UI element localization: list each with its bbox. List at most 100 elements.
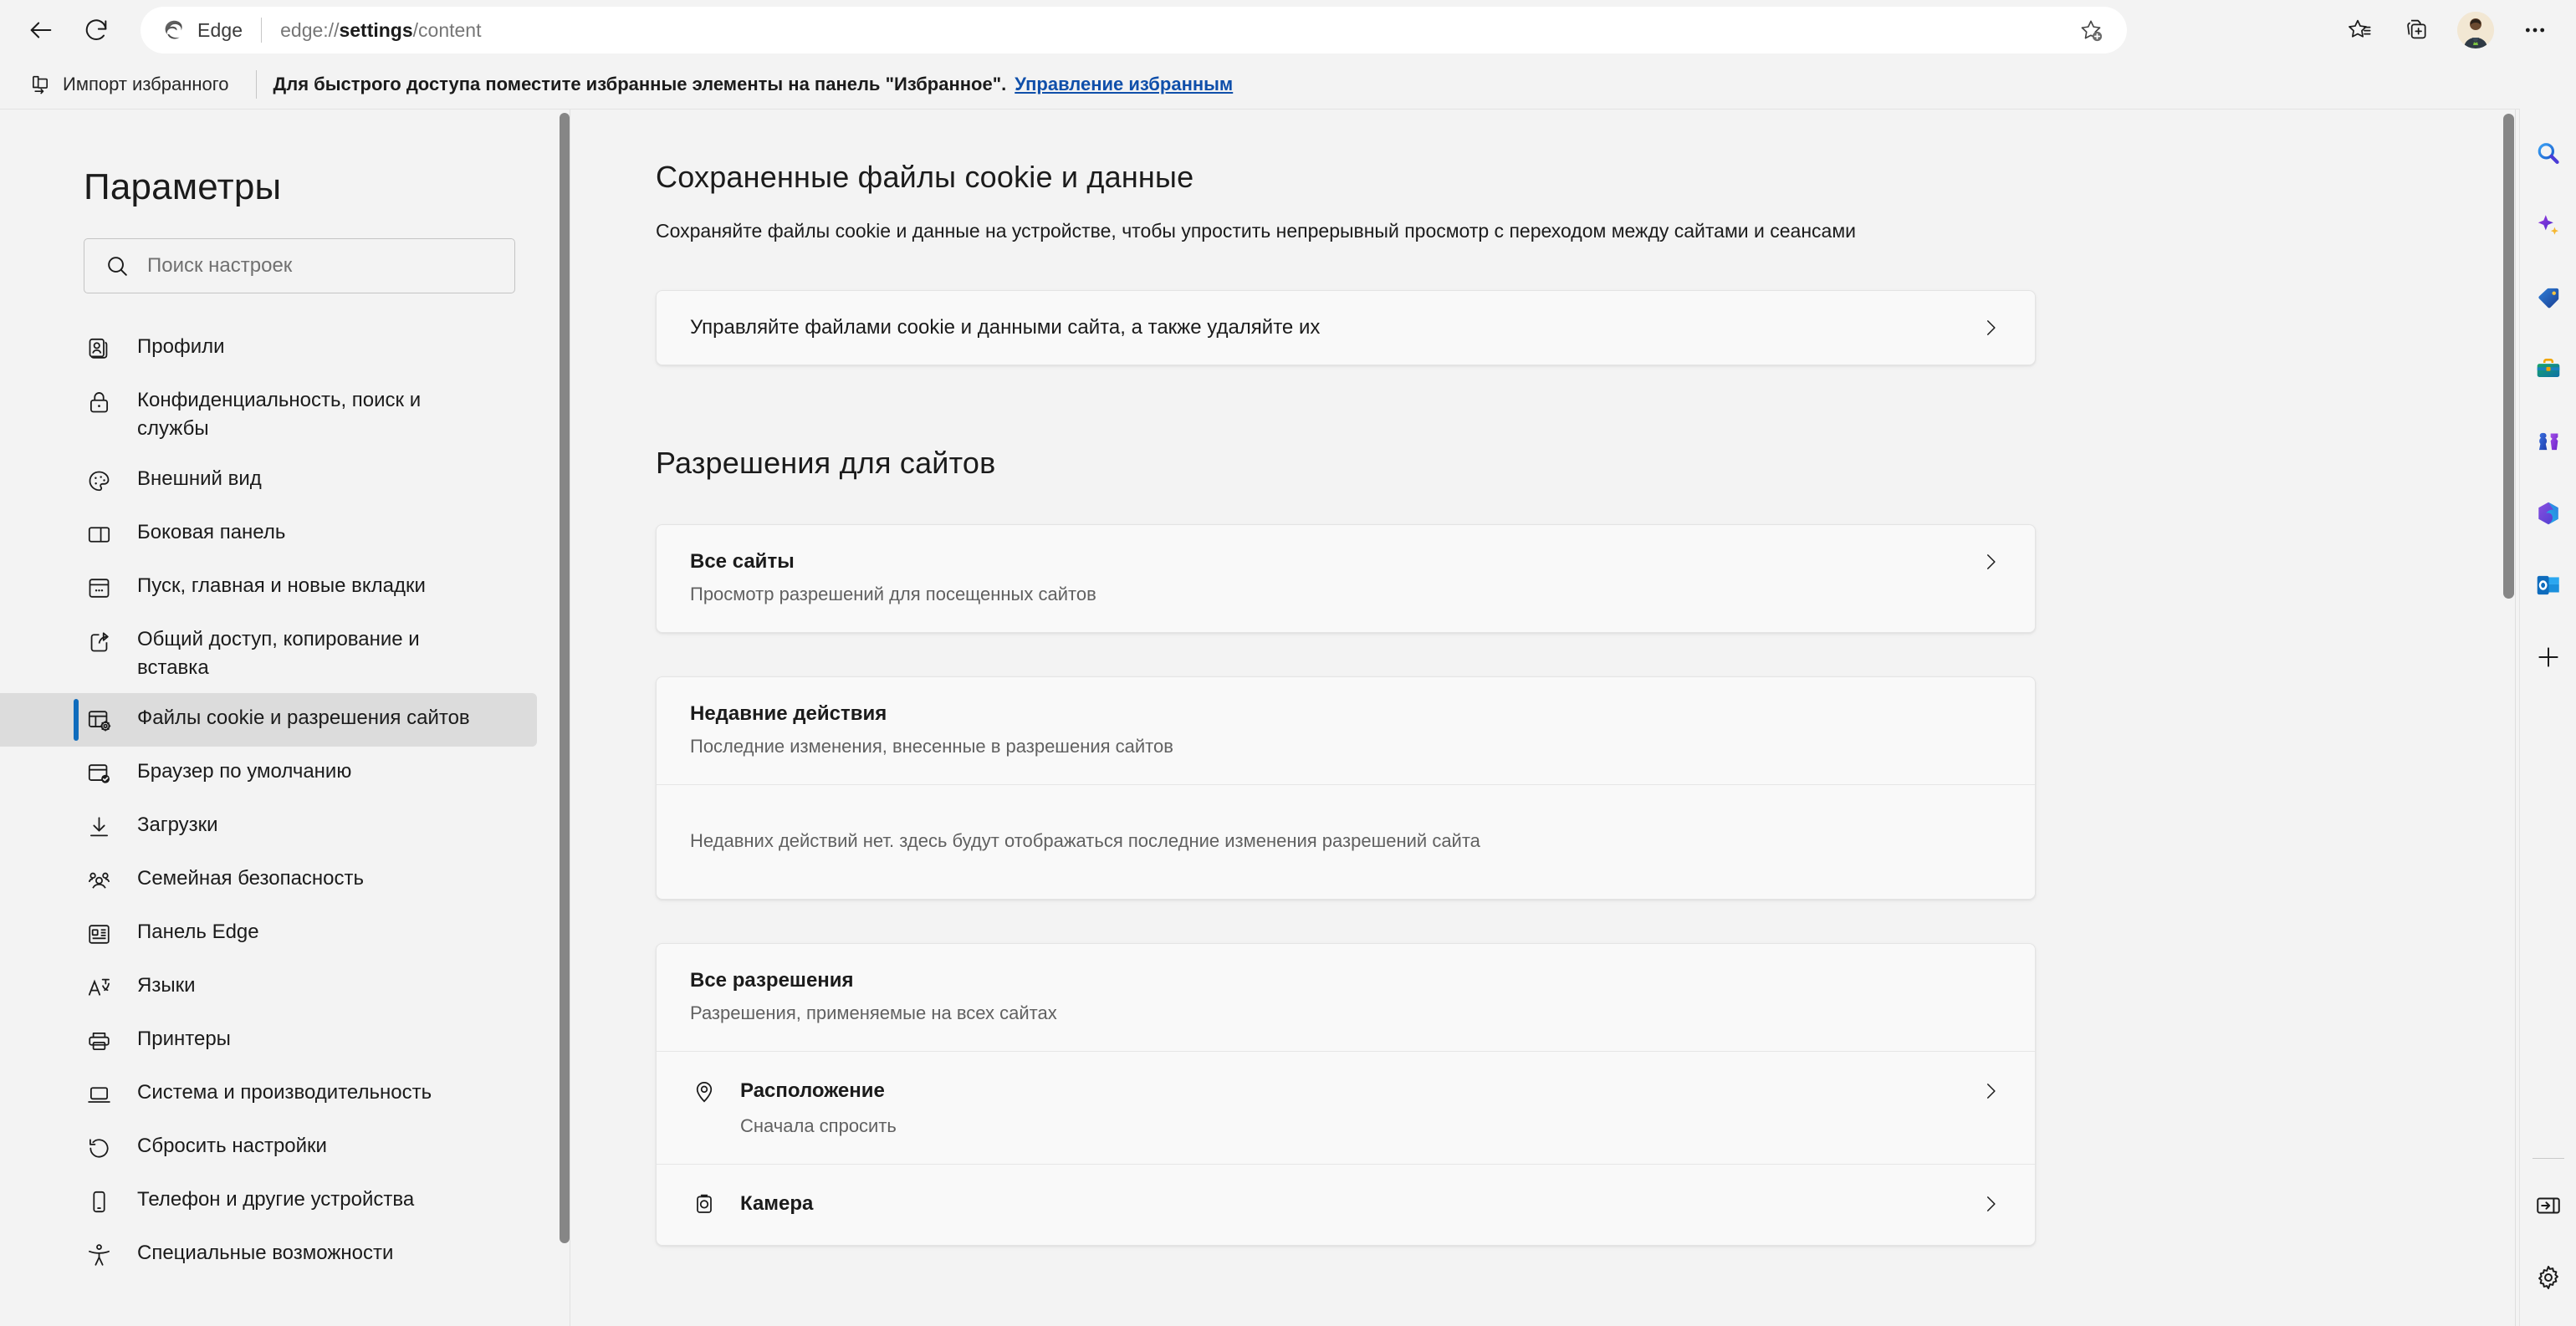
sidebar-item-label: Система и производительность (137, 1081, 432, 1104)
cookie-settings-icon (84, 705, 114, 735)
permission-row-camera[interactable]: Камера (657, 1165, 2035, 1245)
sidebar-item-appearance[interactable]: Внешний вид (0, 454, 537, 507)
sidebar-scrollbar-thumb[interactable] (560, 113, 570, 1243)
sidebar-item-sidebar[interactable]: Боковая панель (0, 507, 537, 561)
sidebar-scrollbar[interactable] (559, 110, 570, 1326)
favorites-bar-divider (255, 70, 257, 99)
collections-button[interactable] (2390, 6, 2442, 54)
manage-cookies-card: Управляйте файлами cookie и данными сайт… (656, 290, 2036, 365)
toggle-sidebar-icon[interactable] (2525, 1182, 2572, 1229)
sidebar-item-system-performance[interactable]: Система и производительность (0, 1068, 537, 1121)
sidebar-nav-list: Профили Конфиденциальность, поиск и служ… (0, 322, 570, 1282)
permission-row-location[interactable]: Расположение Сначала спросить (657, 1052, 2035, 1164)
all-permissions-header: Все разрешения Разрешения, применяемые н… (657, 944, 2035, 1051)
edge-brand: Edge (162, 18, 243, 43)
camera-icon (690, 1190, 718, 1218)
chevron-right-icon (1986, 1084, 1996, 1099)
sidebar-item-label: Принтеры (137, 1028, 231, 1050)
sidebar-item-accessibility[interactable]: Специальные возможности (0, 1228, 537, 1282)
manage-favorites-link[interactable]: Управление избранным (1015, 74, 1233, 95)
permission-value: Сначала спросить (740, 1115, 897, 1136)
languages-icon (84, 972, 114, 1002)
all-sites-card: Все сайты Просмотр разрешений для посеще… (656, 524, 2036, 633)
search-settings-box[interactable] (84, 238, 515, 293)
avatar-image (2457, 12, 2494, 48)
sidebar-item-languages[interactable]: Языки (0, 961, 537, 1014)
back-button[interactable] (17, 6, 65, 54)
content-scrollbar[interactable] (2501, 110, 2516, 1326)
office-icon[interactable] (2525, 490, 2572, 537)
edge-bar-icon (84, 919, 114, 949)
family-icon (84, 865, 114, 895)
address-bar-container: Edge edge://settings/content (141, 7, 2325, 54)
cookies-section-description: Сохраняйте файлы cookie и данные на устр… (656, 220, 1856, 242)
sidebar-item-label: Сбросить настройки (137, 1135, 327, 1157)
office-glyph (2538, 502, 2558, 525)
sidebar-item-label: Профили (137, 335, 225, 358)
sidebar-item-profiles[interactable]: Профили (0, 322, 537, 375)
url-suffix: /content (412, 18, 482, 41)
import-favorites-label: Импорт избранного (63, 74, 229, 94)
sidebar-item-privacy[interactable]: Конфиденциальность, поиск и службы (0, 375, 537, 454)
browser-toolbar: Edge edge://settings/content (0, 0, 2576, 60)
sidebar-item-default-browser[interactable]: Браузер по умолчанию (0, 747, 537, 800)
manage-cookies-row-main: Управляйте файлами cookie и данными сайт… (690, 316, 1320, 339)
manage-cookies-label: Управляйте файлами cookie и данными сайт… (690, 316, 1321, 339)
outlook-glyph (2537, 575, 2559, 595)
refresh-button[interactable] (72, 6, 120, 54)
sidebar-item-label: Внешний вид (137, 467, 262, 490)
sidebar-item-phone-devices[interactable]: Телефон и другие устройства (0, 1175, 537, 1228)
url-text[interactable]: edge://settings/content (280, 19, 481, 42)
address-bar[interactable]: Edge edge://settings/content (141, 7, 2127, 54)
sidebar-item-family-safety[interactable]: Семейная безопасность (0, 854, 537, 907)
settings-page: Параметры Профили (0, 109, 2519, 1326)
sidebar-item-label: Пуск, главная и новые вкладки (137, 574, 426, 597)
sidebar-item-start-home-newtabs[interactable]: Пуск, главная и новые вкладки (0, 561, 537, 615)
cookies-section-title: Сохраненные файлы cookie и данные (656, 160, 1194, 194)
sidebar-item-label: Семейная безопасность (137, 867, 365, 890)
permission-row-top: Расположение (690, 1077, 2001, 1105)
recent-activity-card: Недавние действия Последние изменения, в… (656, 676, 2036, 900)
favorites-bar: Импорт избранного Для быстрого доступа п… (0, 60, 2576, 109)
sidebar-item-downloads[interactable]: Загрузки (0, 800, 537, 854)
manage-cookies-row[interactable]: Управляйте файлами cookie и данными сайт… (657, 291, 2035, 365)
recent-activity-title: Недавние действия (690, 702, 887, 725)
more-options-button[interactable] (2509, 6, 2561, 54)
tools-glyph (2537, 359, 2559, 378)
content-scrollbar-thumb[interactable] (2503, 114, 2514, 599)
phone-icon (84, 1186, 114, 1216)
import-favorites-button[interactable]: Импорт избранного (18, 67, 239, 102)
search-icon[interactable] (2525, 130, 2572, 177)
avatar[interactable] (2457, 12, 2494, 48)
favorites-button[interactable] (2333, 6, 2385, 54)
add-favorite-icon[interactable] (2072, 11, 2110, 49)
shopping-tag-icon[interactable] (2525, 274, 2572, 321)
page-title: Параметры (84, 166, 282, 207)
games-icon[interactable] (2525, 418, 2572, 465)
gear-icon[interactable] (2525, 1254, 2572, 1301)
all-permissions-card: Все разрешения Разрешения, применяемые н… (656, 943, 2036, 1246)
sidebar-item-cookies-permissions[interactable]: Файлы cookie и разрешения сайтов (0, 693, 537, 747)
all-sites-row[interactable]: Все сайты Просмотр разрешений для посеще… (657, 525, 2035, 632)
content-inner: Сохраненные файлы cookie и данные Сохран… (570, 110, 2519, 1316)
copilot-icon[interactable] (2525, 202, 2572, 249)
all-permissions-subtitle: Разрешения, применяемые на всех сайтах (690, 1002, 1057, 1023)
url-prefix: edge:// (280, 18, 340, 41)
download-icon (84, 812, 114, 842)
search-input[interactable] (147, 254, 494, 278)
shopping-tag-glyph (2538, 288, 2558, 309)
sidebar-item-reset-settings[interactable]: Сбросить настройки (0, 1121, 537, 1175)
add-icon[interactable] (2525, 634, 2572, 681)
accessibility-icon (84, 1240, 114, 1270)
permission-row-top: Камера (690, 1190, 2001, 1218)
sidebar-item-edge-bar[interactable]: Панель Edge (0, 907, 537, 961)
outlook-icon[interactable] (2525, 562, 2572, 609)
sidebar-item-printers[interactable]: Принтеры (0, 1014, 537, 1068)
sidebar-item-label: Панель Edge (137, 921, 259, 943)
edge-sidebar (2519, 109, 2576, 1326)
sidebar-item-share-copy-paste[interactable]: Общий доступ, копирование и вставка (0, 615, 537, 693)
tools-icon[interactable] (2525, 346, 2572, 393)
chevron-right-icon (1986, 554, 1996, 569)
